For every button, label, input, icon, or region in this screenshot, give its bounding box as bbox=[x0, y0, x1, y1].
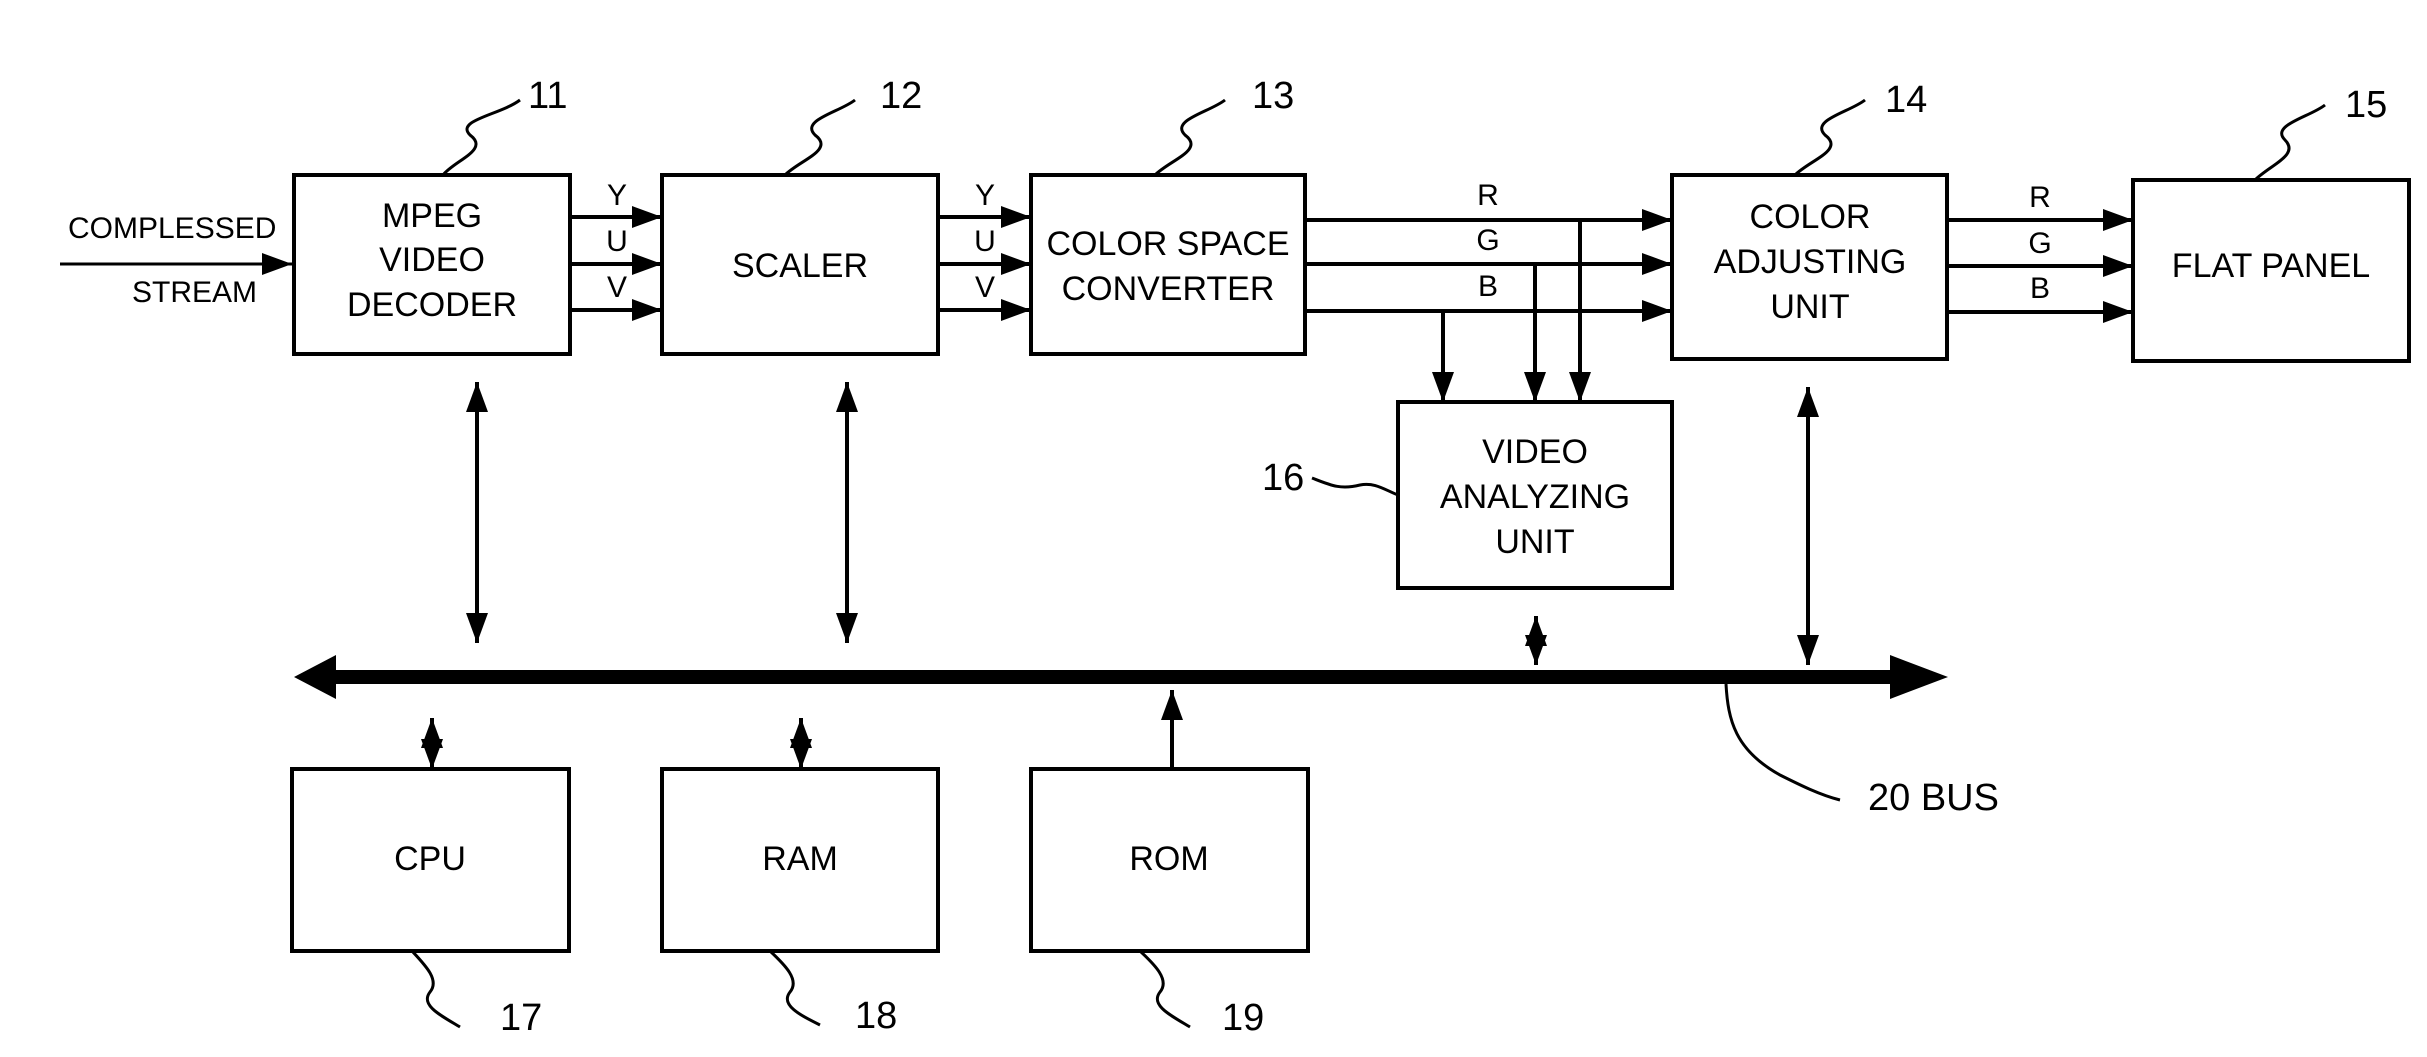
block-cpu: CPU bbox=[290, 767, 571, 953]
input-label-line2: STREAM bbox=[132, 276, 257, 309]
bus-left-arrowhead bbox=[294, 655, 336, 699]
block-19-line1: ROM bbox=[1129, 840, 1208, 878]
block-diagram: COMPLESSED STREAM MPEG VIDEO DECODER 11 … bbox=[60, 75, 2411, 1039]
ref-num-13: 13 bbox=[1252, 75, 1294, 117]
block-scaler: SCALER bbox=[660, 173, 940, 356]
signal-b-1: B bbox=[1478, 270, 1498, 303]
bus-right-arrowhead bbox=[1890, 655, 1948, 699]
leader-14 bbox=[1793, 98, 1866, 177]
signal-u-2: U bbox=[974, 225, 996, 258]
leader-12 bbox=[783, 98, 856, 177]
block-ram: RAM bbox=[660, 767, 940, 953]
ref-num-17: 17 bbox=[500, 997, 542, 1039]
system-bus bbox=[294, 655, 1948, 699]
leader-17 bbox=[410, 949, 461, 1029]
block-14-line1: COLOR bbox=[1750, 198, 1871, 236]
ref-num-12: 12 bbox=[880, 75, 922, 117]
ref-num-19: 19 bbox=[1222, 997, 1264, 1039]
yuv-connection-11-12: Y U V bbox=[570, 179, 662, 321]
block-14-line2: ADJUSTING bbox=[1714, 243, 1907, 281]
block-16-line2: ANALYZING bbox=[1440, 478, 1630, 516]
block-11-line3: DECODER bbox=[347, 286, 517, 324]
block-color-adjusting-unit: COLOR ADJUSTING UNIT bbox=[1670, 173, 1949, 361]
ref-num-15: 15 bbox=[2345, 84, 2387, 126]
block-16-line3: UNIT bbox=[1495, 523, 1574, 561]
ref-num-14: 14 bbox=[1885, 79, 1927, 121]
ref-num-16: 16 bbox=[1262, 457, 1304, 499]
block-12-line1: SCALER bbox=[732, 247, 868, 285]
signal-r-1: R bbox=[1477, 179, 1499, 212]
block-17-line1: CPU bbox=[394, 840, 466, 878]
block-13-line2: CONVERTER bbox=[1062, 270, 1275, 308]
signal-g-2: G bbox=[2028, 227, 2051, 260]
signal-y-1: Y bbox=[607, 179, 627, 212]
leader-18 bbox=[768, 949, 821, 1027]
ref-num-11: 11 bbox=[528, 75, 567, 117]
ref-num-18: 18 bbox=[855, 995, 897, 1037]
leader-15 bbox=[2253, 103, 2326, 182]
rgb-connection-14-15: R G B bbox=[1947, 181, 2133, 323]
signal-v-2: V bbox=[975, 271, 995, 304]
leader-20 bbox=[1724, 683, 1841, 802]
block-video-analyzing-unit: VIDEO ANALYZING UNIT bbox=[1396, 400, 1674, 590]
signal-g-1: G bbox=[1476, 224, 1499, 257]
signal-r-2: R bbox=[2029, 181, 2051, 214]
block-13-line1: COLOR SPACE bbox=[1046, 225, 1289, 263]
leader-19 bbox=[1138, 949, 1191, 1029]
signal-v-1: V bbox=[607, 271, 627, 304]
signal-b-2: B bbox=[2030, 272, 2050, 305]
input-label-line1: COMPLESSED bbox=[68, 212, 276, 245]
block-11-line1: MPEG bbox=[382, 197, 482, 235]
leader-16 bbox=[1311, 476, 1399, 497]
block-11-line2: VIDEO bbox=[379, 241, 485, 279]
signal-u-1: U bbox=[606, 225, 628, 258]
block-16-line1: VIDEO bbox=[1482, 433, 1588, 471]
block-flat-panel: FLAT PANEL bbox=[2131, 178, 2411, 363]
yuv-connection-12-13: Y U V bbox=[938, 179, 1031, 321]
block-color-space-converter: COLOR SPACE CONVERTER bbox=[1029, 173, 1307, 356]
block-15-line1: FLAT PANEL bbox=[2172, 247, 2370, 285]
leader-11 bbox=[441, 98, 521, 177]
rgb-connection-13-14: R G B bbox=[1305, 179, 1672, 322]
signal-y-2: Y bbox=[975, 179, 995, 212]
leader-13 bbox=[1153, 98, 1226, 177]
block-14-line3: UNIT bbox=[1770, 288, 1849, 326]
block-rom: ROM bbox=[1029, 767, 1310, 953]
bus-label: 20 BUS bbox=[1868, 777, 1999, 819]
block-18-line1: RAM bbox=[762, 840, 838, 878]
block-mpeg-video-decoder: MPEG VIDEO DECODER bbox=[292, 173, 572, 356]
